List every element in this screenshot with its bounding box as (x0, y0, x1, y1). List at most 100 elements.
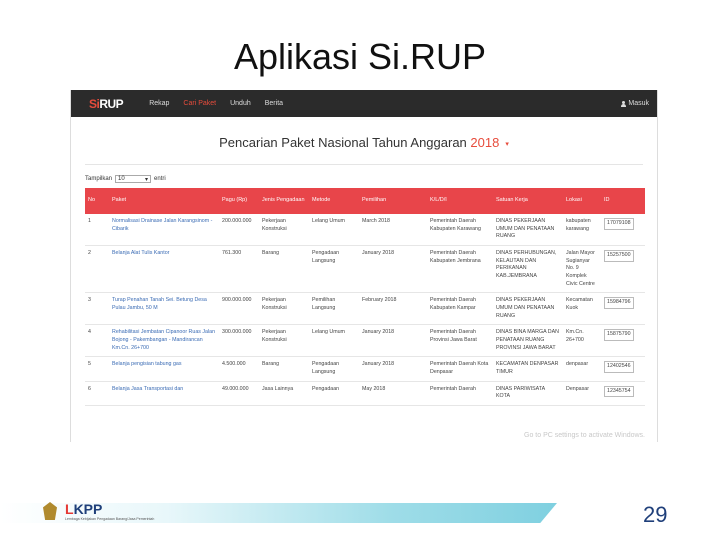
table-cell[interactable]: Belanja pengisian tabung gas (109, 356, 219, 382)
nav-unduh[interactable]: Unduh (230, 100, 251, 107)
table-cell: Pengadaan (309, 381, 359, 407)
id-badge: 12402546 (604, 361, 634, 374)
table-cell: 3 (85, 292, 109, 326)
table-cell: DINAS PEKERJAAN UMUM DAN PENATAAN RUANG (493, 292, 563, 326)
table-cell: 15257500 (601, 245, 645, 294)
id-badge: 15257500 (604, 250, 634, 262)
page-size-select[interactable]: 10 ▾ (115, 175, 152, 183)
table-row: 5 Belanja pengisian tabung gas 4.500.000 Ba… (85, 356, 645, 382)
table-cell[interactable]: Turap Penahan Tanah Sei. Betung Desa Pul… (109, 292, 219, 326)
table-cell[interactable]: Belanja Alat Tulis Kantor (109, 245, 219, 294)
table-row: 1 Normalisasi Drainase Jalan Karangsinom … (85, 214, 645, 247)
table-cell: Pemilihan Langsung (309, 292, 359, 326)
table-cell: 4.500.000 (219, 356, 259, 382)
table-cell: Lelang Umum (309, 214, 359, 247)
column-header[interactable]: Lokasi (563, 188, 601, 214)
table-row: 2 Belanja Alat Tulis Kantor 761.300 Barang P… (85, 245, 645, 294)
table-cell: Pekerjaan Konstruksi (259, 324, 309, 358)
year-selector[interactable]: 2018 (470, 135, 499, 150)
table-cell: Denpasar (563, 381, 601, 407)
lkpp-subtitle: Lembaga Kebijakan Pengadaan Barang/Jasa … (65, 516, 155, 521)
table-cell[interactable]: Rehabilitasi Jembatan Cipanoor Ruas Jala… (109, 324, 219, 358)
page-heading: Pencarian Paket Nasional Tahun Anggaran … (219, 135, 509, 150)
table-cell: DINAS PARIWISATA KOTA (493, 381, 563, 407)
column-header[interactable]: ID (601, 188, 645, 214)
sirup-screenshot: SiRUP Rekap Cari Paket Unduh Berita Masu… (70, 90, 658, 442)
garuda-emblem-icon (40, 500, 60, 522)
column-header[interactable]: K/L/D/I (427, 188, 493, 214)
table-cell: 4 (85, 324, 109, 358)
table-cell: Barang (259, 245, 309, 294)
table-cell: 900.000.000 (219, 292, 259, 326)
table-cell: Pengadaan Langsung (309, 245, 359, 294)
table-cell: Pemerintah Daerah Kabupaten Karawang (427, 214, 493, 247)
table-row: 3 Turap Penahan Tanah Sei. Betung Desa Pu… (85, 292, 645, 326)
table-cell: DINAS BINA MARGA DAN PENATAAN RUANG PROV… (493, 324, 563, 358)
app-logo[interactable]: SiRUP (89, 97, 124, 111)
table-cell: 6 (85, 381, 109, 407)
user-icon (621, 100, 627, 107)
table-cell: May 2018 (359, 381, 427, 407)
page-number: 29 (643, 502, 668, 527)
chevron-down-icon[interactable]: ▾ (505, 141, 509, 148)
table-cell: 761.300 (219, 245, 259, 294)
table-cell[interactable]: Normalisasi Drainase Jalan Karangsinom -… (109, 214, 219, 247)
table-cell: 1 (85, 214, 109, 247)
table-cell: January 2018 (359, 245, 427, 294)
column-header[interactable]: Pemilihan (359, 188, 427, 214)
table-cell: Pemerintah Daerah Kabupaten Kampar (427, 292, 493, 326)
table-cell: Pemerintah Daerah Kabupaten Jembrana (427, 245, 493, 294)
table-cell: Jasa Lainnya (259, 381, 309, 407)
id-badge: 17079108 (604, 218, 634, 230)
login-button[interactable]: Masuk (621, 100, 649, 107)
table-cell: Pemerintah Daerah Provinsi Jawa Barat (427, 324, 493, 358)
nav-berita[interactable]: Berita (265, 100, 283, 107)
column-header[interactable]: Satuan Kerja (493, 188, 563, 214)
table-header-row: No Paket Pagu (Rp) Jenis Pengadaan Metode Pem… (85, 188, 645, 214)
table-cell: Pemerintah Daerah (427, 381, 493, 407)
table-row: 4 Rehabilitasi Jembatan Cipanoor Ruas Jal… (85, 324, 645, 358)
navbar: SiRUP Rekap Cari Paket Unduh Berita Masu… (71, 90, 657, 117)
table-cell: 15875790 (601, 324, 645, 358)
table-cell: DINAS PEKERJAAN UMUM DAN PENATAAN RUANG (493, 214, 563, 247)
table-cell: Lelang Umum (309, 324, 359, 358)
table-cell: Kecamatan Kuok (563, 292, 601, 326)
table-cell: kabupaten karawang (563, 214, 601, 247)
column-header[interactable]: Pagu (Rp) (219, 188, 259, 214)
lkpp-wordmark: LKPP (65, 500, 103, 517)
table-cell: 5 (85, 356, 109, 382)
column-header[interactable]: Metode (309, 188, 359, 214)
nav-rekap[interactable]: Rekap (149, 100, 169, 107)
table-cell: denpasar (563, 356, 601, 382)
id-badge: 15984796 (604, 297, 634, 310)
table-cell: DINAS PERHUBUNGAN, KELAUTAN DAN PERIKANA… (493, 245, 563, 294)
divider (85, 164, 643, 165)
lkpp-logo: LKPP Lembaga Kebijakan Pengadaan Barang/… (40, 500, 154, 522)
table-row: 6 Belanja Jasa Transportasi dan 49.000.000… (85, 381, 645, 407)
table-cell: 200.000.000 (219, 214, 259, 247)
table-cell: Jalan Mayor Sugianyar No. 9 Komplek Civi… (563, 245, 601, 294)
table-cell[interactable]: Belanja Jasa Transportasi dan (109, 381, 219, 407)
slide-title: Aplikasi Si.RUP (233, 36, 487, 77)
table-cell: January 2018 (359, 324, 427, 358)
table-cell: 17079108 (601, 214, 645, 247)
table-cell: Pekerjaan Konstruksi (259, 292, 309, 326)
table-cell: Pengadaan Langsung (309, 356, 359, 382)
chevron-down-icon: ▾ (145, 176, 149, 183)
column-header[interactable]: No (85, 188, 109, 214)
table-cell: Barang (259, 356, 309, 382)
column-header[interactable]: Jenis Pengadaan (259, 188, 309, 214)
table-cell: February 2018 (359, 292, 427, 326)
table-cell: January 2018 (359, 356, 427, 382)
table-cell: Km.Cn. 26+700 (563, 324, 601, 358)
nav-cari-paket[interactable]: Cari Paket (183, 100, 216, 107)
results-table: No Paket Pagu (Rp) Jenis Pengadaan Metode Pem… (85, 188, 645, 407)
id-badge: 15875790 (604, 329, 634, 342)
table-cell: KECAMATAN DENPASAR TIMUR (493, 356, 563, 382)
table-cell: 49.000.000 (219, 381, 259, 407)
activation-watermark: Go to PC settings to activate Windows. (524, 432, 645, 439)
column-header[interactable]: Paket (109, 188, 219, 214)
table-cell: 2 (85, 245, 109, 294)
table-cell: 15984796 (601, 292, 645, 326)
id-badge: 12345754 (604, 385, 634, 398)
